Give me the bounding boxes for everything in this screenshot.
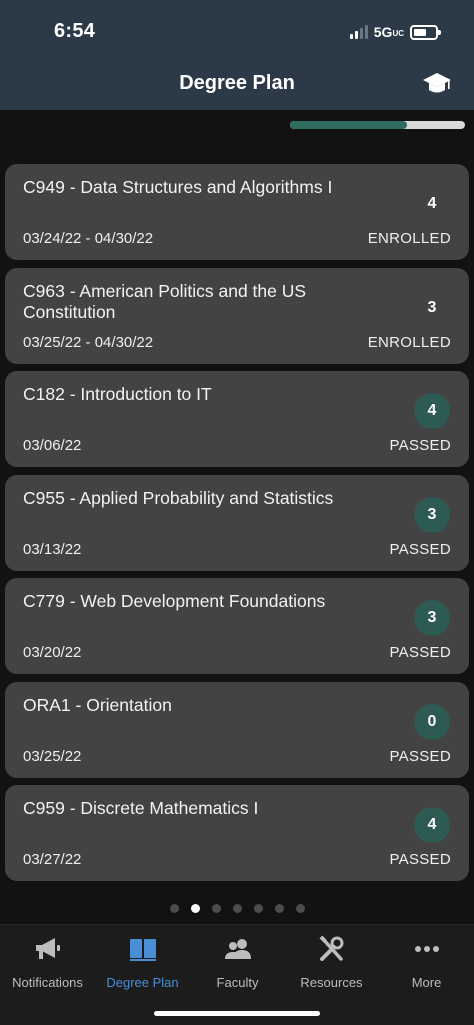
tab-label: Degree Plan: [106, 975, 179, 990]
course-list: C949 - Data Structures and Algorithms I …: [5, 164, 469, 889]
course-card[interactable]: C963 - American Politics and the US Cons…: [5, 267, 469, 364]
course-dates: 03/27/22: [23, 851, 82, 868]
page-dot[interactable]: [295, 904, 305, 913]
course-status: PASSED: [389, 644, 451, 661]
competency-units-badge: 3: [427, 298, 437, 316]
competency-units-badge: 3: [414, 600, 450, 636]
graduation-cap-icon[interactable]: [422, 70, 452, 98]
tab-more[interactable]: More: [379, 933, 474, 1003]
page-title: Degree Plan: [179, 72, 295, 94]
course-card[interactable]: C779 - Web Development Foundations 3 03/…: [5, 578, 469, 674]
page-dot[interactable]: [211, 904, 221, 913]
course-status: PASSED: [389, 747, 451, 765]
home-indicator[interactable]: [154, 1011, 320, 1016]
course-dates: 03/13/22: [23, 540, 82, 558]
course-status: PASSED: [389, 851, 451, 868]
competency-units-badge: 0: [414, 703, 450, 740]
tab-faculty[interactable]: Faculty: [190, 933, 285, 1003]
competency-units-badge: 4: [414, 807, 450, 843]
page-indicator[interactable]: [0, 904, 474, 913]
course-title: C182 - Introduction to IT: [23, 384, 212, 404]
course-card[interactable]: C182 - Introduction to IT 4 03/06/22 PAS…: [5, 371, 469, 467]
status-time: 6:54: [54, 20, 96, 42]
course-card[interactable]: C955 - Applied Probability and Statistic…: [5, 474, 469, 571]
course-card[interactable]: C949 - Data Structures and Algorithms I …: [5, 164, 469, 260]
course-title: C949 - Data Structures and Algorithms I: [23, 177, 333, 197]
competency-units-badge: 4: [427, 195, 437, 212]
page-dot[interactable]: [253, 904, 263, 913]
course-title: C959 - Discrete Mathematics I: [23, 798, 259, 818]
status-indicators: 5GUC: [349, 22, 441, 42]
competency-units-badge: 3: [414, 496, 450, 533]
tab-label: More: [411, 975, 442, 990]
course-card[interactable]: ORA1 - Orientation 0 03/25/22 PASSED: [5, 681, 469, 778]
tab-degree-plan[interactable]: Degree Plan: [95, 933, 190, 1003]
course-dates: 03/25/22 - 04/30/22: [23, 333, 154, 351]
competency-units-badge: 4: [414, 393, 450, 429]
course-title: C955 - Applied Probability and Statistic…: [23, 487, 334, 508]
tools-icon: [316, 933, 348, 965]
more-dots-icon: [411, 933, 443, 965]
page-dot[interactable]: [169, 904, 179, 913]
tab-label: Resources: [300, 975, 363, 990]
course-dates: 03/20/22: [23, 644, 82, 661]
bottom-tab-bar: Notifications Degree Plan Faculty Resour…: [0, 924, 474, 1025]
page-dot[interactable]: [274, 904, 284, 913]
course-status: ENROLLED: [367, 333, 451, 351]
cellular-signal-icon: [349, 25, 368, 39]
tab-resources[interactable]: Resources: [284, 933, 379, 1003]
page-dot[interactable]: [232, 904, 242, 913]
megaphone-icon: [32, 933, 64, 965]
course-title: C963 - American Politics and the US Cons…: [23, 280, 307, 322]
degree-progress-fill: [290, 121, 408, 129]
tab-notifications[interactable]: Notifications: [0, 933, 95, 1003]
course-status: PASSED: [389, 540, 451, 558]
course-status: PASSED: [389, 437, 451, 454]
battery-icon: [410, 24, 441, 40]
page-dot-active[interactable]: [190, 904, 200, 913]
book-icon: [127, 933, 159, 965]
app-header: 6:54 5GUC Degree Plan: [0, 0, 474, 110]
tab-label: Faculty: [216, 975, 259, 990]
course-title: ORA1 - Orientation: [23, 694, 172, 715]
course-dates: 03/06/22: [23, 437, 82, 454]
course-dates: 03/25/22: [23, 747, 82, 765]
people-icon: [222, 933, 254, 965]
course-status: ENROLLED: [367, 230, 451, 247]
course-dates: 03/24/22 - 04/30/22: [23, 230, 154, 247]
course-card[interactable]: C959 - Discrete Mathematics I 4 03/27/22…: [5, 785, 469, 881]
tab-label: Notifications: [12, 975, 83, 990]
course-title: C779 - Web Development Foundations: [23, 591, 326, 611]
network-type: 5GUC: [373, 24, 404, 40]
degree-progress-bar: [290, 121, 465, 129]
